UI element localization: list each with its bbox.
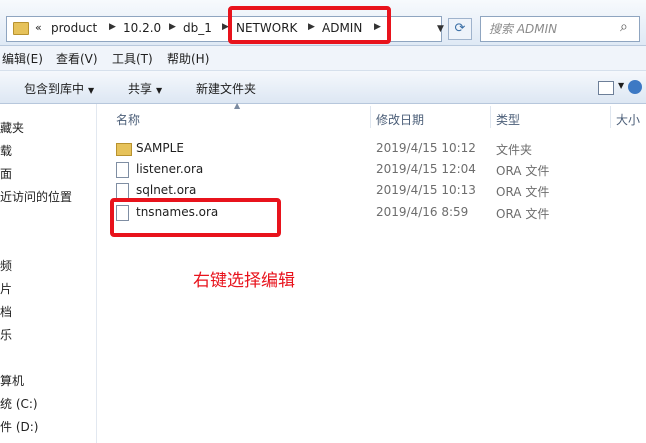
chevron-down-icon[interactable]: ▼ <box>437 24 444 34</box>
search-icon[interactable]: ⌕ <box>620 19 628 35</box>
column-divider[interactable] <box>610 106 611 128</box>
highlight-box-path <box>228 6 391 44</box>
breadcrumb-version[interactable]: 10.2.0 <box>123 21 161 35</box>
breadcrumb-product[interactable]: product <box>51 21 97 35</box>
menu-tools[interactable]: 工具(T) <box>112 50 153 67</box>
annotation-note: 右键选择编辑 <box>193 271 295 291</box>
menu-help[interactable]: 帮助(H) <box>167 50 209 67</box>
menu-view[interactable]: 查看(V) <box>56 50 98 67</box>
refresh-icon: ⟳ <box>454 21 466 36</box>
file-icon <box>116 162 129 178</box>
search-input[interactable]: 搜索 ADMIN <box>480 16 640 42</box>
help-icon[interactable] <box>628 80 642 94</box>
chevron-down-icon: ▼ <box>156 86 163 95</box>
nav-item-drive-d[interactable]: 件 (D:) <box>0 418 38 435</box>
toolbar: 包含到库中 ▼ 共享 ▼ 新建文件夹 ▼ <box>0 71 646 104</box>
menu-bar: 编辑(E) 查看(V) 工具(T) 帮助(H) <box>0 46 646 71</box>
nav-item-pictures[interactable]: 片 <box>0 280 12 297</box>
column-header-modified[interactable]: 修改日期 <box>376 111 424 128</box>
menu-edit[interactable]: 编辑(E) <box>2 50 43 67</box>
file-row[interactable]: listener.ora 2019/4/15 12:04 ORA 文件 <box>112 159 632 180</box>
include-in-library-label: 包含到库中 <box>24 82 85 96</box>
highlight-box-file <box>110 198 281 237</box>
file-name: listener.ora <box>136 162 204 176</box>
file-type: ORA 文件 <box>496 185 550 199</box>
column-header-size[interactable]: 大小 <box>616 111 640 128</box>
nav-item-desktop[interactable]: 面 <box>0 165 12 182</box>
nav-item-favorites[interactable]: 藏夹 <box>0 119 24 136</box>
file-name: sqlnet.ora <box>136 183 197 197</box>
file-modified: 2019/4/15 10:12 <box>376 141 476 155</box>
nav-item-drive-c[interactable]: 统 (C:) <box>0 395 38 412</box>
file-icon <box>116 183 129 199</box>
chevron-right-icon[interactable]: ▶ <box>109 22 116 32</box>
folder-icon <box>13 22 29 35</box>
refresh-button[interactable]: ⟳ <box>448 18 472 40</box>
column-divider[interactable] <box>490 106 491 128</box>
new-folder-button[interactable]: 新建文件夹 <box>196 80 256 97</box>
chevron-right-icon[interactable]: ▶ <box>169 22 176 32</box>
file-modified: 2019/4/15 12:04 <box>376 162 476 176</box>
file-name: SAMPLE <box>136 141 184 155</box>
breadcrumb-overflow[interactable]: « <box>35 21 42 34</box>
nav-item-videos[interactable]: 频 <box>0 257 12 274</box>
file-row[interactable]: SAMPLE 2019/4/15 10:12 文件夹 <box>112 138 632 159</box>
column-header-name[interactable]: 名称 <box>116 111 140 128</box>
file-type: 文件夹 <box>496 143 533 157</box>
nav-item-recent-places[interactable]: 近访问的位置 <box>0 188 72 205</box>
include-in-library-button[interactable]: 包含到库中 ▼ <box>24 80 94 97</box>
column-header-type[interactable]: 类型 <box>496 111 520 128</box>
navigation-pane: 藏夹 载 面 近访问的位置 频 片 档 乐 算机 统 (C:) 件 (D:) <box>0 104 97 443</box>
nav-item-documents[interactable]: 档 <box>0 303 12 320</box>
nav-item-computer[interactable]: 算机 <box>0 372 24 389</box>
file-modified: 2019/4/15 10:13 <box>376 183 476 197</box>
file-type: ORA 文件 <box>496 207 550 221</box>
breadcrumb-db[interactable]: db_1 <box>183 21 212 35</box>
share-button[interactable]: 共享 ▼ <box>128 80 162 97</box>
file-type: ORA 文件 <box>496 164 550 178</box>
sort-ascending-icon: ▲ <box>234 101 241 110</box>
file-modified: 2019/4/16 8:59 <box>376 205 469 219</box>
chevron-down-icon[interactable]: ▼ <box>618 81 624 90</box>
share-label: 共享 <box>128 82 153 96</box>
view-options-icon[interactable] <box>598 81 614 95</box>
folder-icon <box>116 143 132 156</box>
chevron-down-icon: ▼ <box>88 86 95 95</box>
column-divider[interactable] <box>370 106 371 128</box>
nav-item-downloads[interactable]: 载 <box>0 142 12 159</box>
nav-item-music[interactable]: 乐 <box>0 326 12 343</box>
